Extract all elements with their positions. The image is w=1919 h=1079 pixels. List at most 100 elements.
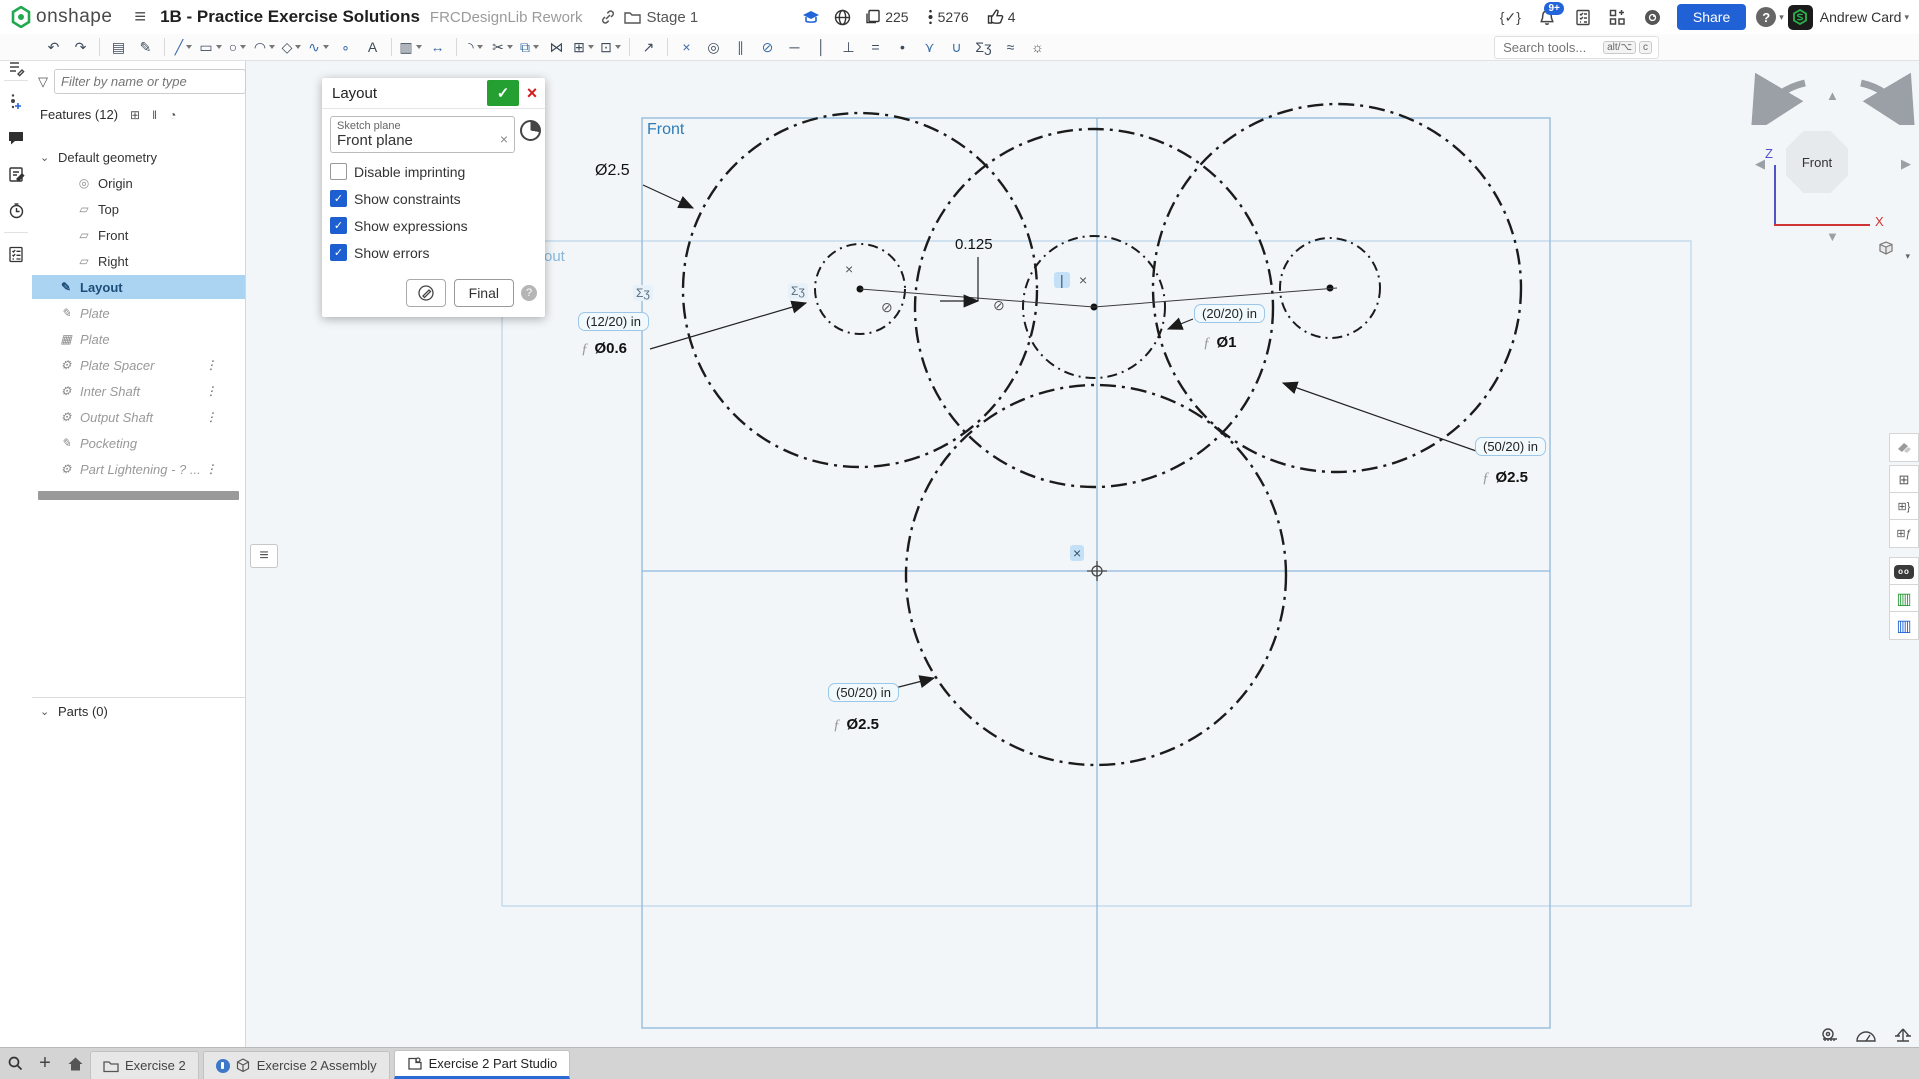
apps-grid-icon[interactable] [1609, 9, 1626, 26]
regen-time-icon[interactable]: ◔ [169, 108, 176, 122]
tab-exercise-2-part-studio[interactable]: Exercise 2 Part Studio [394, 1050, 571, 1079]
fillet-tool[interactable]: ◝ [463, 36, 488, 58]
spline-tool[interactable]: ∿ [306, 36, 331, 58]
variables-table-button[interactable]: ⊞ƒ [1889, 519, 1919, 548]
show-constraints-row[interactable]: ✓ Show constraints [330, 190, 537, 207]
symmetric-constraint-glyph[interactable]: Σʒ [633, 285, 653, 301]
tab-exercise-2-assembly[interactable]: Exercise 2 Assembly [203, 1051, 390, 1079]
midpoint-constraint[interactable]: • [890, 36, 915, 58]
folder-label[interactable]: Stage 1 [646, 9, 698, 26]
link-icon[interactable] [600, 9, 616, 25]
viewport-frame[interactable] [642, 118, 1550, 1028]
bom-table-button[interactable]: ⊞ [1889, 465, 1919, 494]
expression-badge-20-20[interactable]: (20/20) in [1194, 304, 1265, 323]
clear-selection-icon[interactable]: × [500, 131, 508, 147]
feature-inter-shaft[interactable]: ⚙ Inter Shaft ⋮ [32, 379, 245, 403]
mirror-tool[interactable]: ⋈ [544, 36, 569, 58]
trim-tool[interactable]: ✂ [490, 36, 515, 58]
dialog-accept-button[interactable]: ✓ [487, 80, 519, 106]
onshape-logo-icon[interactable] [10, 6, 32, 28]
checkbox-checked[interactable]: ✓ [330, 244, 347, 261]
filter-funnel-icon[interactable]: ▽ [38, 74, 48, 90]
search-tabs-icon[interactable] [0, 1051, 30, 1077]
leader-d25-right[interactable] [1283, 383, 1479, 452]
dimension-d25-top[interactable]: Ø2.5 [595, 162, 630, 180]
expression-badge-50-20-bottom[interactable]: (50/20) in [828, 683, 899, 702]
new-tab-button[interactable]: + [30, 1051, 60, 1077]
arc-tool[interactable]: ◠ [252, 36, 277, 58]
coincident-constraint[interactable]: × [674, 36, 699, 58]
chevron-down-icon[interactable]: ⌄ [40, 151, 49, 164]
feature-list-icon[interactable] [6, 58, 26, 78]
share-button[interactable]: Share [1677, 4, 1746, 30]
feature-origin[interactable]: ◎ Origin [32, 171, 245, 195]
history-icon[interactable] [6, 200, 26, 220]
vertical-constraint-glyph[interactable]: | [1054, 272, 1070, 288]
checkbox-checked[interactable]: ✓ [330, 190, 347, 207]
dimension-tool[interactable]: ↔ [425, 36, 450, 58]
feature-plate-extrude[interactable]: ▦ Plate [32, 327, 245, 351]
feature-pocketing[interactable]: ✎ Pocketing [32, 431, 245, 455]
disable-imprinting-row[interactable]: Disable imprinting [330, 163, 537, 180]
feature-output-shaft[interactable]: ⚙ Output Shaft ⋮ [32, 405, 245, 429]
tangent-constraint-glyph[interactable]: ⊘ [878, 299, 896, 315]
search-tools-input[interactable] [1501, 39, 1600, 56]
viewport-name-label[interactable]: Front [647, 121, 684, 139]
polygon-tool[interactable]: ◇ [279, 36, 304, 58]
feature-front-plane[interactable]: ▱ Front [32, 223, 245, 247]
transform-tool[interactable]: ↗ [636, 36, 661, 58]
document-title[interactable]: 1B - Practice Exercise Solutions [160, 7, 420, 27]
followers-icon[interactable] [927, 9, 934, 25]
coincident-constraint-glyph[interactable]: × [1076, 272, 1090, 288]
configurations-button[interactable]: ⊞} [1889, 492, 1919, 521]
copies-icon[interactable] [865, 9, 881, 25]
feature-plate-spacer[interactable]: ⚙ Plate Spacer ⋮ [32, 353, 245, 377]
rotate-up-arrow-icon[interactable]: ▲ [1826, 88, 1839, 103]
insert-image-tool[interactable]: ⊡ [598, 36, 623, 58]
concentric-constraint[interactable]: ◎ [701, 36, 726, 58]
user-name[interactable]: Andrew Card [1820, 9, 1902, 25]
chevron-down-icon[interactable]: ⌄ [40, 705, 49, 718]
rollback-bar[interactable] [38, 491, 239, 500]
insert-feature-icon[interactable] [6, 92, 26, 112]
user-avatar[interactable] [1788, 5, 1813, 30]
feature-menu-icon[interactable]: ⋮ [205, 462, 217, 476]
sketch-list-flyout-button[interactable]: ≡ [250, 544, 278, 568]
perpendicular-constraint[interactable]: ⊥ [836, 36, 861, 58]
rotate-left-arrow-icon[interactable]: ◀ [1755, 156, 1765, 172]
parallel-constraint[interactable]: ∥ [728, 36, 753, 58]
feature-menu-icon[interactable]: ⋮ [205, 358, 217, 372]
home-tab-icon[interactable] [60, 1051, 90, 1077]
sketch-plane-field[interactable]: Sketch plane Front plane × [330, 116, 515, 153]
checkbox-checked[interactable]: ✓ [330, 217, 347, 234]
feature-menu-icon[interactable]: ⋮ [205, 384, 217, 398]
dimension-d25-right[interactable]: ƒØ2.5 [1482, 469, 1528, 487]
feature-top-plane[interactable]: ▱ Top [32, 197, 245, 221]
feature-right-plane[interactable]: ▱ Right [32, 249, 245, 273]
expression-badge-12-20[interactable]: (12/20) in [578, 312, 649, 331]
filter-input[interactable] [54, 69, 246, 94]
feature-plate-sketch[interactable]: ✎ Plate [32, 301, 245, 325]
likes-icon[interactable] [987, 9, 1004, 25]
insert-here-icon[interactable]: ⊞ [130, 108, 140, 122]
dimension-d25-bottom[interactable]: ƒØ2.5 [833, 716, 879, 734]
show-constraints-toggle[interactable]: ☼ [1025, 36, 1050, 58]
green-library-button[interactable]: ▥ [1889, 584, 1919, 613]
view-options-cube-icon[interactable]: ▾ [1878, 241, 1910, 264]
robot-app-button[interactable]: oo [1889, 557, 1919, 586]
leader-d25-top[interactable] [643, 185, 693, 208]
dimension-d1[interactable]: ƒØ1 [1203, 334, 1237, 352]
rotate-down-arrow-icon[interactable]: ▼ [1826, 229, 1839, 244]
coincident-constraint-glyph[interactable]: × [1070, 545, 1084, 561]
notifications-bell-icon[interactable]: 9+ [1539, 9, 1555, 26]
symmetric-constraint[interactable]: Σʒ [971, 36, 996, 58]
redo-button[interactable]: ↷ [68, 36, 93, 58]
sketch-options-button[interactable] [406, 279, 446, 307]
learning-center-icon[interactable] [802, 10, 820, 25]
feature-default-geometry[interactable]: ⌄ Default geometry [32, 145, 245, 169]
sketch-style-button[interactable]: ✎ [133, 36, 158, 58]
view-cube-front-face[interactable]: Front [1786, 131, 1848, 193]
checkbox-unchecked[interactable] [330, 163, 347, 180]
undo-button[interactable]: ↶ [41, 36, 66, 58]
tangent-constraint-glyph[interactable]: ⊘ [990, 297, 1008, 313]
